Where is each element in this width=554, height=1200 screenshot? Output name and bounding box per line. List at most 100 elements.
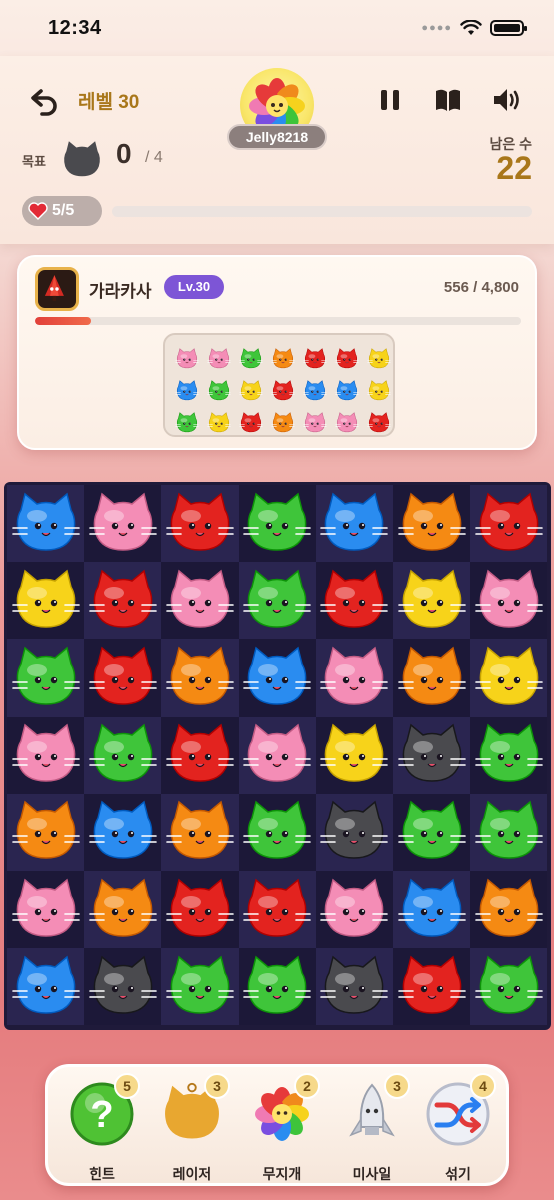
battery-icon	[490, 20, 527, 36]
pink-cat-icon	[166, 569, 234, 628]
yellow-cat-icon	[474, 646, 543, 705]
board-cell[interactable]	[161, 793, 239, 871]
board-cell[interactable]	[470, 485, 548, 563]
board-cell[interactable]	[84, 870, 162, 949]
boss-name: 가라카사	[89, 282, 152, 301]
board-cell[interactable]	[161, 948, 239, 1026]
blue-cat-icon	[11, 492, 80, 551]
goal-total: / 4	[145, 149, 163, 166]
board-cell[interactable]	[392, 485, 471, 563]
orange-cat-icon	[397, 646, 466, 705]
board-cell[interactable]	[161, 870, 239, 949]
board-cell[interactable]	[470, 716, 548, 794]
board-cell[interactable]	[161, 716, 239, 794]
board-cell[interactable]	[7, 870, 85, 949]
green-cat-mini-icon	[175, 412, 199, 433]
preview-cell	[267, 407, 299, 439]
board-cell[interactable]	[238, 485, 316, 563]
game-board[interactable]	[4, 482, 551, 1030]
green-cat-icon	[11, 646, 80, 705]
shuffle-booster-button[interactable]: 섞기 4	[418, 1073, 498, 1182]
board-cell[interactable]	[470, 948, 548, 1026]
yellow-cat-icon	[11, 569, 80, 628]
board-cell[interactable]	[7, 562, 85, 640]
board-cell[interactable]	[7, 639, 85, 717]
rainbow-booster-button[interactable]: 무지개 2	[242, 1073, 322, 1182]
yellow-cat-mini-icon	[207, 412, 231, 433]
board-cell[interactable]	[470, 639, 548, 717]
blue-cat-mini-icon	[335, 380, 359, 401]
board-cell[interactable]	[84, 948, 162, 1026]
board-cell[interactable]	[470, 870, 548, 949]
board-cell[interactable]	[84, 793, 162, 871]
back-arrow-icon[interactable]	[30, 86, 60, 116]
board-cell[interactable]	[392, 716, 471, 794]
board-cell[interactable]	[238, 870, 316, 949]
board-cell[interactable]	[238, 948, 316, 1026]
board-cell[interactable]	[315, 716, 393, 794]
board-cell[interactable]	[161, 562, 239, 640]
hint-count-badge: 5	[114, 1073, 140, 1099]
speaker-icon[interactable]	[492, 86, 524, 114]
red-cat-mini-icon	[335, 348, 359, 369]
red-cat-icon	[397, 955, 466, 1014]
pink-cat-icon	[243, 723, 311, 782]
lives-count: 5/5	[52, 202, 75, 219]
laser-booster-button[interactable]: 레이저 3	[152, 1073, 232, 1182]
board-cell[interactable]	[315, 639, 393, 717]
blue-cat-mini-icon	[175, 380, 199, 401]
signal-dots-icon: ●●●●	[421, 22, 452, 34]
board-cell[interactable]	[315, 485, 393, 563]
preview-cell	[267, 343, 299, 375]
board-cell[interactable]	[84, 485, 162, 563]
board-cell[interactable]	[392, 562, 471, 640]
svg-text:?: ?	[90, 1094, 113, 1136]
pink-cat-icon	[474, 569, 543, 628]
board-cell[interactable]	[7, 716, 85, 794]
red-cat-icon	[243, 878, 311, 937]
board-cell[interactable]	[470, 562, 548, 640]
black-cat-icon	[320, 801, 389, 860]
board-cell[interactable]	[238, 716, 316, 794]
board-cell[interactable]	[161, 485, 239, 563]
pink-cat-mini-icon	[303, 412, 327, 433]
preview-cell	[331, 375, 363, 407]
board-cell[interactable]	[392, 639, 471, 717]
board-cell[interactable]	[238, 562, 316, 640]
board-cell[interactable]	[392, 793, 471, 871]
green-cat-mini-icon	[207, 380, 231, 401]
orange-cat-icon	[166, 801, 234, 860]
boss-portrait	[35, 267, 79, 311]
pause-icon[interactable]	[378, 88, 402, 112]
board-cell[interactable]	[315, 562, 393, 640]
board-cell[interactable]	[315, 948, 393, 1026]
board-cell[interactable]	[84, 639, 162, 717]
green-cat-icon	[474, 723, 543, 782]
red-cat-icon	[166, 492, 234, 551]
board-cell[interactable]	[392, 948, 471, 1026]
board-cell[interactable]	[315, 870, 393, 949]
preview-cell	[203, 407, 235, 439]
missile-booster-button[interactable]: 미사일 3	[332, 1073, 412, 1182]
book-icon[interactable]	[434, 88, 462, 112]
pink-cat-icon	[11, 878, 80, 937]
board-cell[interactable]	[238, 639, 316, 717]
board-cell[interactable]	[315, 793, 393, 871]
board-cell[interactable]	[7, 485, 85, 563]
hint-booster-button[interactable]: ? 힌트 5	[62, 1073, 142, 1182]
green-cat-icon	[243, 492, 311, 551]
preview-cell	[331, 407, 363, 439]
board-cell[interactable]	[161, 639, 239, 717]
board-cell[interactable]	[392, 870, 471, 949]
board-cell[interactable]	[7, 793, 85, 871]
board-cell[interactable]	[84, 716, 162, 794]
preview-cell	[331, 343, 363, 375]
board-cell[interactable]	[470, 793, 548, 871]
green-cat-icon	[474, 955, 543, 1014]
preview-cell	[363, 343, 395, 375]
board-cell[interactable]	[238, 793, 316, 871]
board-cell[interactable]	[84, 562, 162, 640]
missile-label: 미사일	[352, 1166, 392, 1182]
preview-cell	[171, 407, 203, 439]
board-cell[interactable]	[7, 948, 85, 1026]
